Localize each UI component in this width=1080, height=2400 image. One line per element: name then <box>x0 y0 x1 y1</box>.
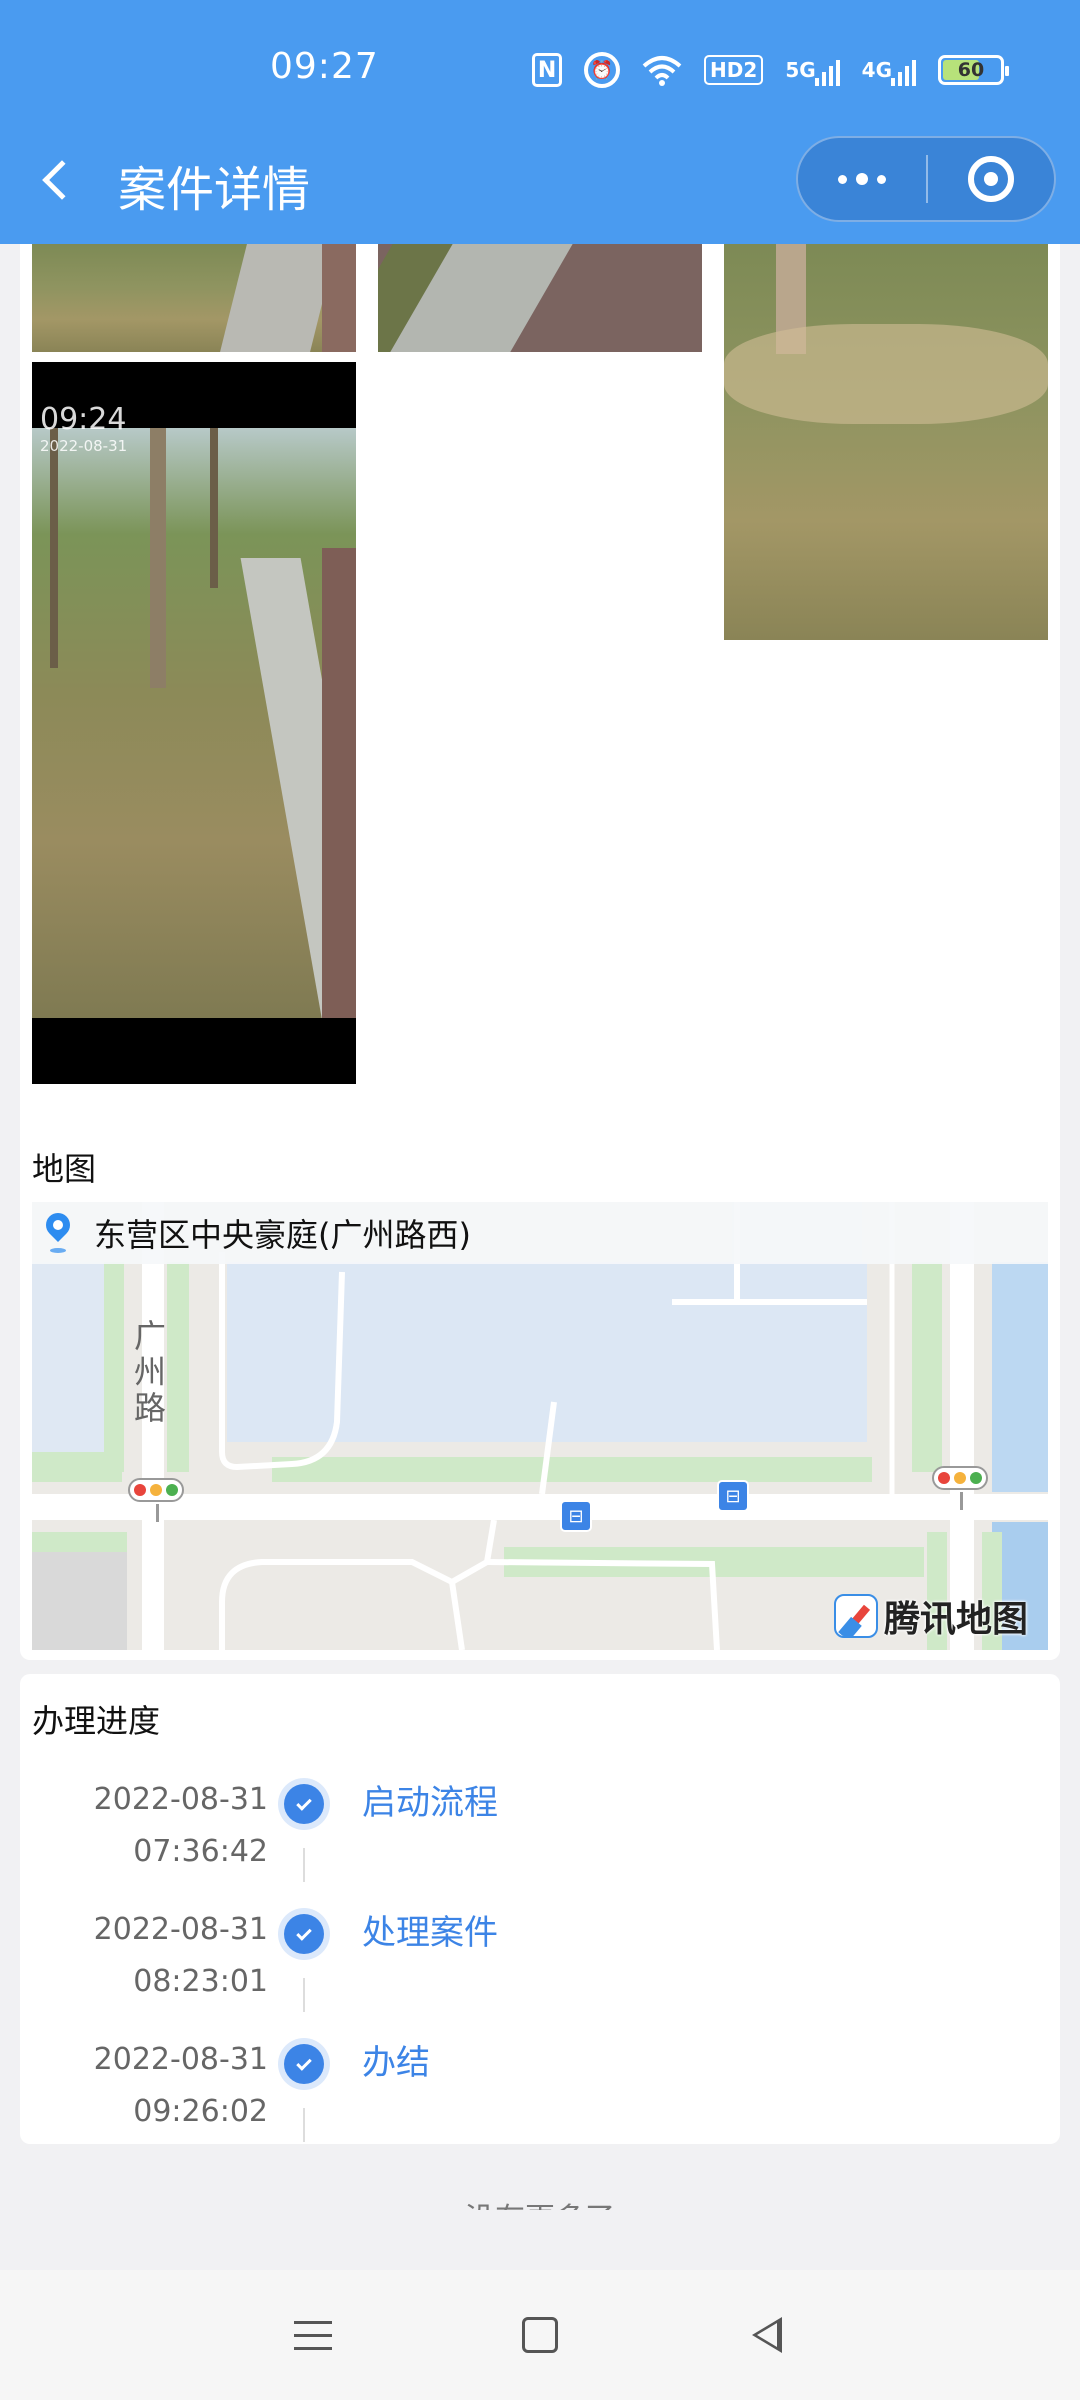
more-button[interactable] <box>798 138 926 220</box>
battery-level: 60 <box>957 59 985 81</box>
bus-stop-icon: ⊟ <box>717 1480 749 1512</box>
step-date: 2022-08-31 <box>93 1912 268 1947</box>
nfc-icon: N <box>532 53 563 87</box>
road-label-char: 路 <box>133 1389 166 1427</box>
step-timestamp: 2022-08-31 07:36:42 <box>94 1774 268 1878</box>
triangle-back-icon <box>751 2317 782 2353</box>
step-timestamp: 2022-08-31 08:23:01 <box>94 1904 268 2008</box>
scroll-content[interactable]: 09:24 2022-08-31 地图 东营区中央豪庭(广州路西) 广 州 路 … <box>0 244 1080 2210</box>
check-circle-icon <box>278 2038 330 2090</box>
step-date: 2022-08-31 <box>93 2042 268 2077</box>
home-button[interactable] <box>500 2295 580 2375</box>
road-label: 广 州 路 <box>130 1318 170 1426</box>
progress-card: 办理进度 2022-08-31 07:36:42 启动流程 2022-08-31… <box>20 1674 1060 2144</box>
traffic-light-icon <box>128 1478 184 1522</box>
case-photo-1[interactable] <box>32 244 356 352</box>
system-nav-bar <box>0 2270 1080 2400</box>
progress-step: 2022-08-31 07:36:42 启动流程 <box>20 1774 1060 1904</box>
no-more-text: 没有更多了 <box>0 2194 1080 2210</box>
step-timestamp: 2022-08-31 09:26:02 <box>94 2034 268 2138</box>
map-address: 东营区中央豪庭(广州路西) <box>94 1216 471 1254</box>
case-video[interactable]: 09:24 2022-08-31 <box>32 362 356 1084</box>
step-label: 启动流程 <box>362 1783 498 1823</box>
more-dot-icon <box>838 174 847 184</box>
video-date: 2022-08-31 <box>40 437 128 455</box>
hd-voice-icon: HD2 <box>704 55 764 85</box>
target-icon <box>968 156 1014 202</box>
map-section-title: 地图 <box>32 1150 97 1188</box>
bus-stop-icon: ⊟ <box>560 1500 592 1532</box>
status-icons: N ⏰ HD2 5G 4G 60 <box>532 52 1009 88</box>
map-view[interactable]: 东营区中央豪庭(广州路西) 广 州 路 ⊟ ⊟ 腾讯地图 <box>32 1202 1048 1650</box>
traffic-light-icon <box>932 1466 988 1510</box>
alarm-icon: ⏰ <box>584 52 621 88</box>
map-address-bar: 东营区中央豪庭(广州路西) <box>32 1202 1048 1264</box>
mini-program-capsule <box>796 136 1056 222</box>
battery-icon: 60 <box>938 55 1009 85</box>
signal-4g-icon: 4G <box>861 58 916 86</box>
signal-4g-label: 4G <box>861 58 892 82</box>
page-title: 案件详情 <box>118 162 311 218</box>
signal-5g-icon: 5G <box>785 58 840 86</box>
progress-step: 2022-08-31 08:23:01 处理案件 <box>20 1904 1060 2034</box>
case-photo-2[interactable] <box>378 244 702 352</box>
status-time: 09:27 <box>270 46 379 87</box>
road-label-char: 广 <box>133 1317 166 1355</box>
map-canvas <box>32 1202 1048 1650</box>
top-bar: 09:27 N ⏰ HD2 5G 4G 60 案件详情 <box>0 0 1080 244</box>
signal-5g-label: 5G <box>785 58 816 82</box>
case-photo-3[interactable] <box>724 244 1048 640</box>
back-arrow-icon <box>42 160 82 200</box>
step-time: 09:26:02 <box>133 2094 268 2129</box>
check-circle-icon <box>278 1778 330 1830</box>
home-icon <box>521 2317 558 2353</box>
check-circle-icon <box>278 1908 330 1960</box>
map-card: 地图 东营区中央豪庭(广州路西) 广 州 路 ⊟ ⊟ 腾讯地图 <box>20 1124 1060 1660</box>
video-timestamp: 09:24 2022-08-31 <box>40 402 127 455</box>
wifi-icon <box>642 54 682 86</box>
close-mini-program-button[interactable] <box>928 156 1054 202</box>
progress-section-title: 办理进度 <box>32 1702 161 1740</box>
tencent-map-logo: 腾讯地图 <box>833 1590 1028 1642</box>
progress-step: 2022-08-31 09:26:02 办结 <box>20 2034 1060 2164</box>
step-date: 2022-08-31 <box>93 1782 268 1817</box>
map-provider: 腾讯地图 <box>883 1599 1028 1640</box>
tencent-map-icon <box>833 1594 878 1638</box>
step-label: 办结 <box>362 2043 430 2083</box>
system-back-button[interactable] <box>727 2295 807 2375</box>
step-time: 07:36:42 <box>133 1834 268 1869</box>
step-connector <box>303 1848 305 1882</box>
menu-button[interactable] <box>273 2295 353 2375</box>
more-dot-icon <box>877 174 886 184</box>
road-label-char: 州 <box>133 1353 166 1391</box>
step-connector <box>303 2108 305 2142</box>
more-dot-icon <box>856 173 868 185</box>
video-time: 09:24 <box>40 402 127 437</box>
menu-icon <box>294 2320 333 2350</box>
step-label: 处理案件 <box>362 1913 498 1953</box>
step-time: 08:23:01 <box>133 1964 268 1999</box>
step-connector <box>303 1978 305 2012</box>
location-pin-icon <box>42 1213 74 1253</box>
back-button[interactable] <box>38 150 82 210</box>
